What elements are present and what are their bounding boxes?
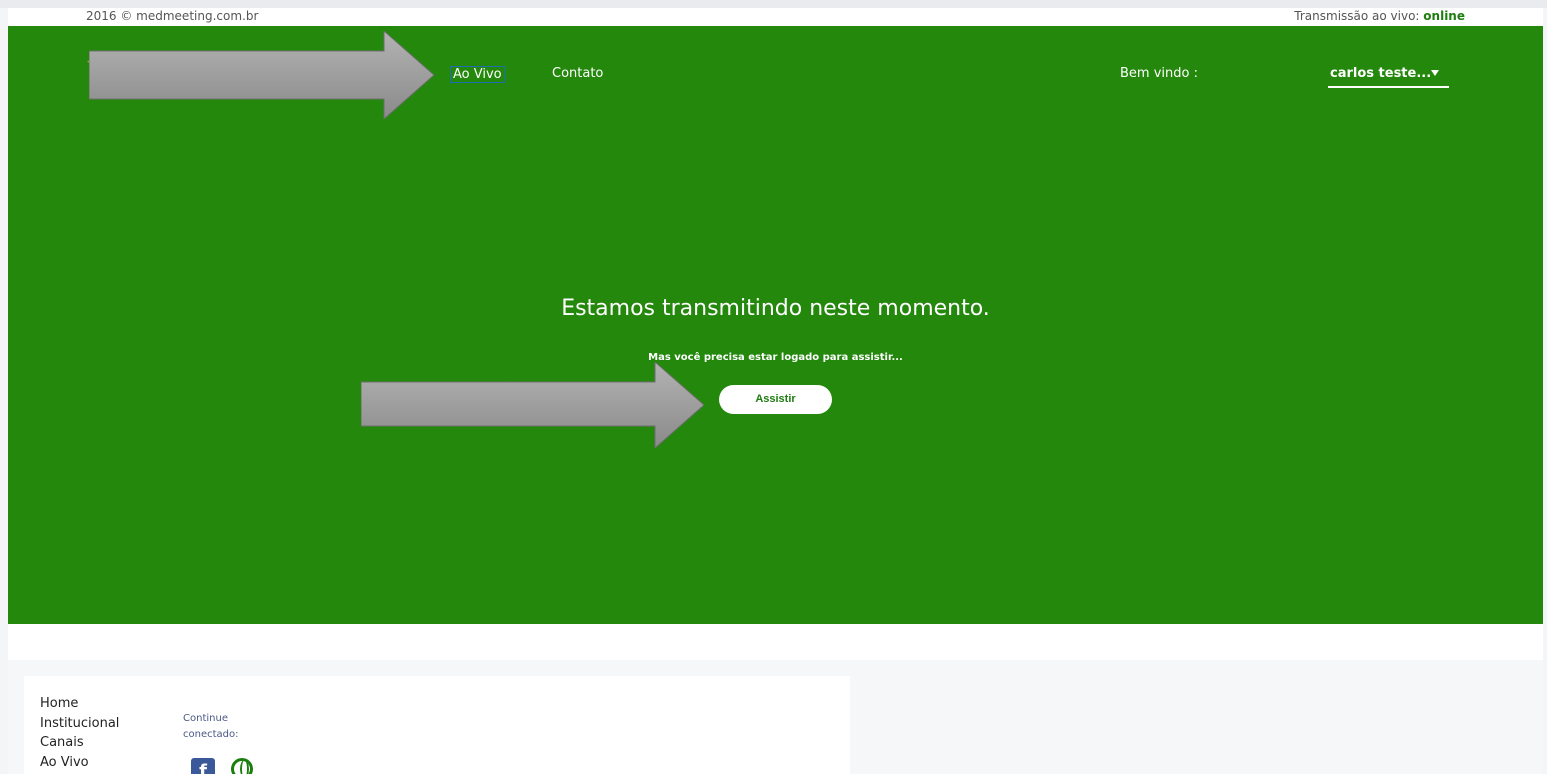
chevron-down-icon bbox=[1431, 70, 1439, 76]
top-info-bar: 2016 © medmeeting.com.br Transmissão ao … bbox=[8, 8, 1543, 26]
footer-link-institucional[interactable]: Institucional bbox=[40, 714, 119, 734]
watch-button[interactable]: Assistir bbox=[719, 385, 832, 414]
user-name: carlos teste... bbox=[1330, 66, 1432, 81]
continue-connected-label: Continue conectado: bbox=[183, 713, 239, 740]
footer-link-ao-vivo[interactable]: Ao Vivo bbox=[40, 753, 119, 773]
nav-contato[interactable]: Contato bbox=[552, 66, 603, 81]
hero-subtitle: Mas você precisa estar logado para assis… bbox=[648, 352, 903, 363]
welcome-label: Bem vindo : bbox=[1120, 66, 1198, 81]
nav-ao-vivo[interactable]: Ao Vivo bbox=[450, 66, 505, 83]
annotation-arrow-icon bbox=[89, 31, 434, 119]
live-status-label: Transmissão ao vivo: bbox=[1294, 9, 1424, 23]
annotation-arrow-icon bbox=[361, 362, 704, 448]
user-dropdown[interactable]: carlos teste... bbox=[1328, 66, 1449, 88]
footer-card: Home Institucional Canais Ao Vivo Contin… bbox=[24, 676, 850, 774]
footer-links: Home Institucional Canais Ao Vivo bbox=[40, 694, 119, 772]
footer-link-canais[interactable]: Canais bbox=[40, 733, 119, 753]
content-spacer bbox=[8, 624, 1543, 660]
footer: Home Institucional Canais Ao Vivo Contin… bbox=[8, 660, 1543, 774]
footer-link-home[interactable]: Home bbox=[40, 694, 119, 714]
social-icons: f bbox=[191, 758, 253, 774]
live-status-value: online bbox=[1423, 9, 1465, 23]
live-status-text: Transmissão ao vivo: online bbox=[1294, 9, 1465, 23]
facebook-icon[interactable]: f bbox=[191, 758, 215, 774]
hero-title: Estamos transmitindo neste momento. bbox=[561, 296, 990, 321]
copyright-text: 2016 © medmeeting.com.br bbox=[86, 9, 259, 23]
globe-icon[interactable] bbox=[231, 758, 253, 774]
browser-top-strip bbox=[0, 0, 1547, 8]
